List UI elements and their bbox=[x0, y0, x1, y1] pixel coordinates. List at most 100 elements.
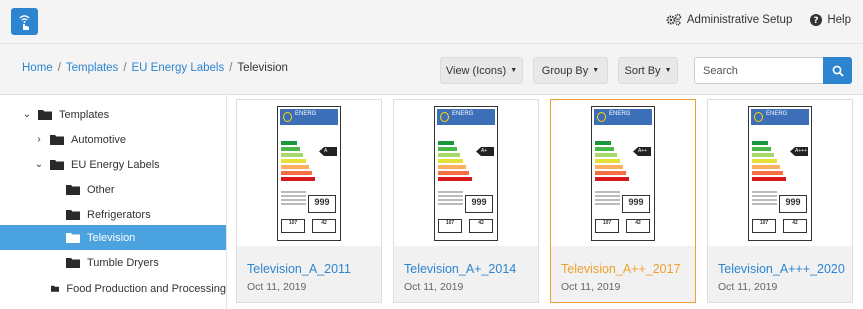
energy-class-bar bbox=[595, 177, 629, 181]
screen-area-box: 42 bbox=[783, 219, 807, 233]
energy-label-art: ENERG A+ 999 107 42 bbox=[434, 106, 498, 241]
label-fine-print bbox=[595, 199, 620, 201]
svg-text:?: ? bbox=[814, 16, 819, 26]
label-fine-print bbox=[595, 191, 620, 193]
tree-item-other[interactable]: Other bbox=[0, 177, 226, 202]
card-date: Oct 11, 2019 bbox=[561, 281, 621, 293]
tree-label: Templates bbox=[59, 108, 110, 121]
gears-icon bbox=[666, 13, 682, 26]
search-button[interactable] bbox=[823, 57, 852, 84]
help-label: Help bbox=[827, 13, 851, 26]
card-title: Television_A+++_2020 bbox=[718, 262, 845, 276]
template-card[interactable]: ENERG A+ 999 107 42 Television_A+_2014 Oct 1… bbox=[393, 99, 539, 303]
energy-class-bar bbox=[281, 165, 309, 169]
energy-label-art: ENERG A++ 999 107 42 bbox=[591, 106, 655, 241]
energy-rating-arrow: A++ bbox=[633, 147, 651, 156]
energy-class-bar bbox=[752, 165, 780, 169]
energy-class-bar bbox=[281, 171, 312, 175]
template-card[interactable]: ENERG A++ 999 107 42 Television_A++_2017 Oct… bbox=[550, 99, 696, 303]
energy-class-bar bbox=[595, 159, 620, 163]
card-date: Oct 11, 2019 bbox=[247, 281, 307, 293]
search-icon bbox=[832, 65, 844, 77]
folder-icon bbox=[51, 285, 60, 292]
energy-class-bar bbox=[281, 159, 306, 163]
folder-icon bbox=[66, 233, 80, 243]
energy-label-header-text: ENERG bbox=[295, 111, 317, 117]
administrative-setup-link[interactable]: Administrative Setup bbox=[666, 13, 792, 26]
energy-label-header-text: ENERG bbox=[609, 111, 631, 117]
energy-class-bar bbox=[752, 177, 786, 181]
screen-size-box: 107 bbox=[281, 219, 305, 233]
tree-label: Tumble Dryers bbox=[87, 256, 159, 269]
energy-class-bar bbox=[752, 153, 774, 157]
tree-label: Food Production and Processing bbox=[66, 282, 226, 295]
label-fine-print bbox=[281, 203, 306, 205]
energy-label-art: ENERG A 999 107 42 bbox=[277, 106, 341, 241]
energy-label-thumbnail: ENERG A+++ 999 107 42 bbox=[708, 100, 852, 246]
group-by-label: Group By bbox=[541, 64, 589, 77]
app-logo[interactable] bbox=[11, 8, 38, 35]
energy-class-bar bbox=[438, 171, 469, 175]
caret-down-icon: ▼ bbox=[592, 67, 600, 74]
screen-size-box: 107 bbox=[438, 219, 462, 233]
view-dropdown-button[interactable]: View (Icons) ▼ bbox=[440, 57, 523, 84]
search-input[interactable] bbox=[694, 57, 823, 84]
card-title: Television_A+_2014 bbox=[404, 262, 517, 276]
chevron-down-icon: ⌄ bbox=[22, 109, 32, 120]
group-by-button[interactable]: Group By ▼ bbox=[533, 57, 608, 84]
breadcrumb-eu-energy-labels[interactable]: EU Energy Labels bbox=[132, 62, 225, 74]
breadcrumb: Home / Templates / EU Energy Labels / Televisi… bbox=[22, 62, 288, 74]
eu-flag-icon bbox=[440, 112, 449, 122]
energy-class-bar bbox=[752, 159, 777, 163]
sort-by-button[interactable]: Sort By ▼ bbox=[618, 57, 678, 84]
tree-item-eu-energy-labels[interactable]: ⌄ EU Energy Labels bbox=[0, 152, 226, 177]
energy-label-header: ENERG bbox=[280, 109, 338, 125]
breadcrumb-home[interactable]: Home bbox=[22, 62, 53, 74]
sort-by-label: Sort By bbox=[624, 64, 661, 77]
tree-item-templates[interactable]: ⌄ Templates bbox=[0, 102, 226, 127]
card-title: Television_A_2011 bbox=[247, 262, 352, 276]
tree-item-automotive[interactable]: › Automotive bbox=[0, 127, 226, 152]
card-date: Oct 11, 2019 bbox=[718, 281, 778, 293]
energy-label-header: ENERG bbox=[437, 109, 495, 125]
folder-icon bbox=[66, 185, 80, 195]
energy-class-bar bbox=[438, 147, 457, 151]
folder-icon bbox=[38, 110, 52, 120]
energy-class-bar bbox=[438, 177, 472, 181]
label-fine-print bbox=[438, 195, 463, 197]
tree-label: Television bbox=[87, 231, 136, 244]
tree-label: EU Energy Labels bbox=[71, 158, 160, 171]
breadcrumb-templates[interactable]: Templates bbox=[66, 62, 118, 74]
label-fine-print bbox=[595, 195, 620, 197]
tree-label: Refrigerators bbox=[87, 208, 151, 221]
tree-item-refrigerators[interactable]: Refrigerators bbox=[0, 202, 226, 227]
energy-class-bar bbox=[438, 153, 460, 157]
breadcrumb-current: Television bbox=[237, 62, 288, 74]
screen-area-box: 42 bbox=[469, 219, 493, 233]
template-card[interactable]: ENERG A 999 107 42 Television_A_2011 Oct 11,… bbox=[236, 99, 382, 303]
label-fine-print bbox=[438, 203, 463, 205]
eu-flag-icon bbox=[754, 112, 763, 122]
screen-area-box: 42 bbox=[312, 219, 336, 233]
tree-item-tumble-dryers[interactable]: Tumble Dryers bbox=[0, 250, 226, 275]
energy-class-bar bbox=[752, 147, 771, 151]
template-card[interactable]: ENERG A+++ 999 107 42 Television_A+++_2020 O… bbox=[707, 99, 853, 303]
energy-label-header-text: ENERG bbox=[452, 111, 474, 117]
power-consumption-box: 999 bbox=[308, 195, 336, 213]
eu-flag-icon bbox=[597, 112, 606, 122]
tree-item-television[interactable]: Television bbox=[0, 225, 226, 250]
energy-label-thumbnail: ENERG A 999 107 42 bbox=[237, 100, 381, 246]
tree-item-food-production[interactable]: Food Production and Processing bbox=[0, 276, 226, 301]
energy-class-bar bbox=[438, 165, 466, 169]
help-link[interactable]: ? Help bbox=[810, 13, 851, 26]
energy-class-bar bbox=[281, 147, 300, 151]
energy-label-thumbnail: ENERG A+ 999 107 42 bbox=[394, 100, 538, 246]
energy-class-bar bbox=[281, 141, 297, 145]
caret-down-icon: ▼ bbox=[664, 67, 672, 74]
folder-icon bbox=[50, 135, 64, 145]
card-date: Oct 11, 2019 bbox=[404, 281, 464, 293]
label-fine-print bbox=[752, 191, 777, 193]
energy-class-bar bbox=[752, 171, 783, 175]
folder-icon bbox=[50, 160, 64, 170]
energy-rating-arrow: A bbox=[319, 147, 337, 156]
